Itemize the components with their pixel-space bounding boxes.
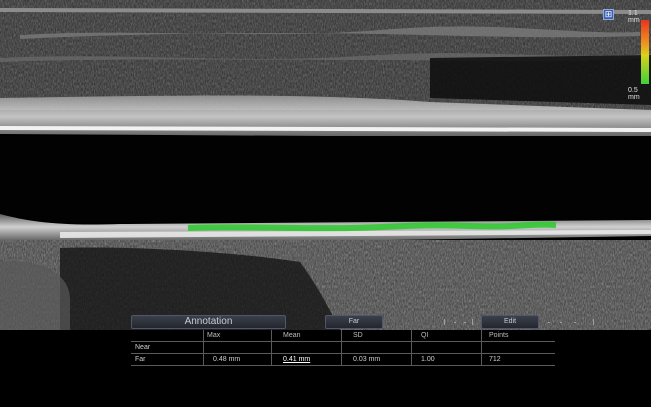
color-scale-bar <box>641 20 649 84</box>
table-row[interactable]: Far 0.48 mm 0.41 mm 0.03 mm 1.00 712 <box>131 354 555 366</box>
col-header-points: Points <box>489 332 509 339</box>
slider-dot <box>464 322 466 323</box>
slider-dot <box>560 322 562 323</box>
slider-dot <box>548 322 550 323</box>
col-header-qi: QI <box>421 332 429 339</box>
far-wall-button[interactable]: Far <box>325 315 383 329</box>
table-row[interactable]: Near <box>131 342 555 354</box>
max-value: 0.48 mm <box>213 356 241 363</box>
column-divider <box>341 330 342 366</box>
slider-tick <box>472 319 473 325</box>
column-divider <box>203 330 204 366</box>
col-header-mean: Mean <box>283 332 301 339</box>
zoom-icon[interactable]: ⊞ <box>603 9 614 20</box>
slider-tick <box>593 319 594 325</box>
sd-value: 0.03 mm <box>353 356 381 363</box>
annotation-button[interactable]: Annotation <box>131 315 286 329</box>
col-header-max: Max <box>207 332 221 339</box>
imt-trace <box>187 221 557 232</box>
col-header-sd: SD <box>353 332 363 339</box>
dark-structure <box>430 55 651 105</box>
table-header-row: Max Mean SD QI Points <box>131 330 555 342</box>
qi-value: 1.00 <box>421 356 435 363</box>
scale-min-label: 0.5 mm <box>628 87 640 101</box>
row-label: Near <box>135 344 151 351</box>
ultrasound-screen: ⊞ 1.1 mm 0.5 mm Annotation Far Edit Max … <box>0 0 651 407</box>
slider-dot <box>574 322 576 323</box>
row-label: Far <box>135 356 146 363</box>
slider-tick <box>444 319 445 325</box>
mean-value: 0.41 mm <box>283 356 311 363</box>
column-divider <box>271 330 272 366</box>
slider-dot <box>454 322 456 323</box>
vessel-lumen <box>0 136 651 222</box>
column-divider <box>411 330 412 366</box>
points-value: 712 <box>489 356 501 363</box>
column-divider <box>481 330 482 366</box>
edit-button[interactable]: Edit <box>481 315 539 329</box>
